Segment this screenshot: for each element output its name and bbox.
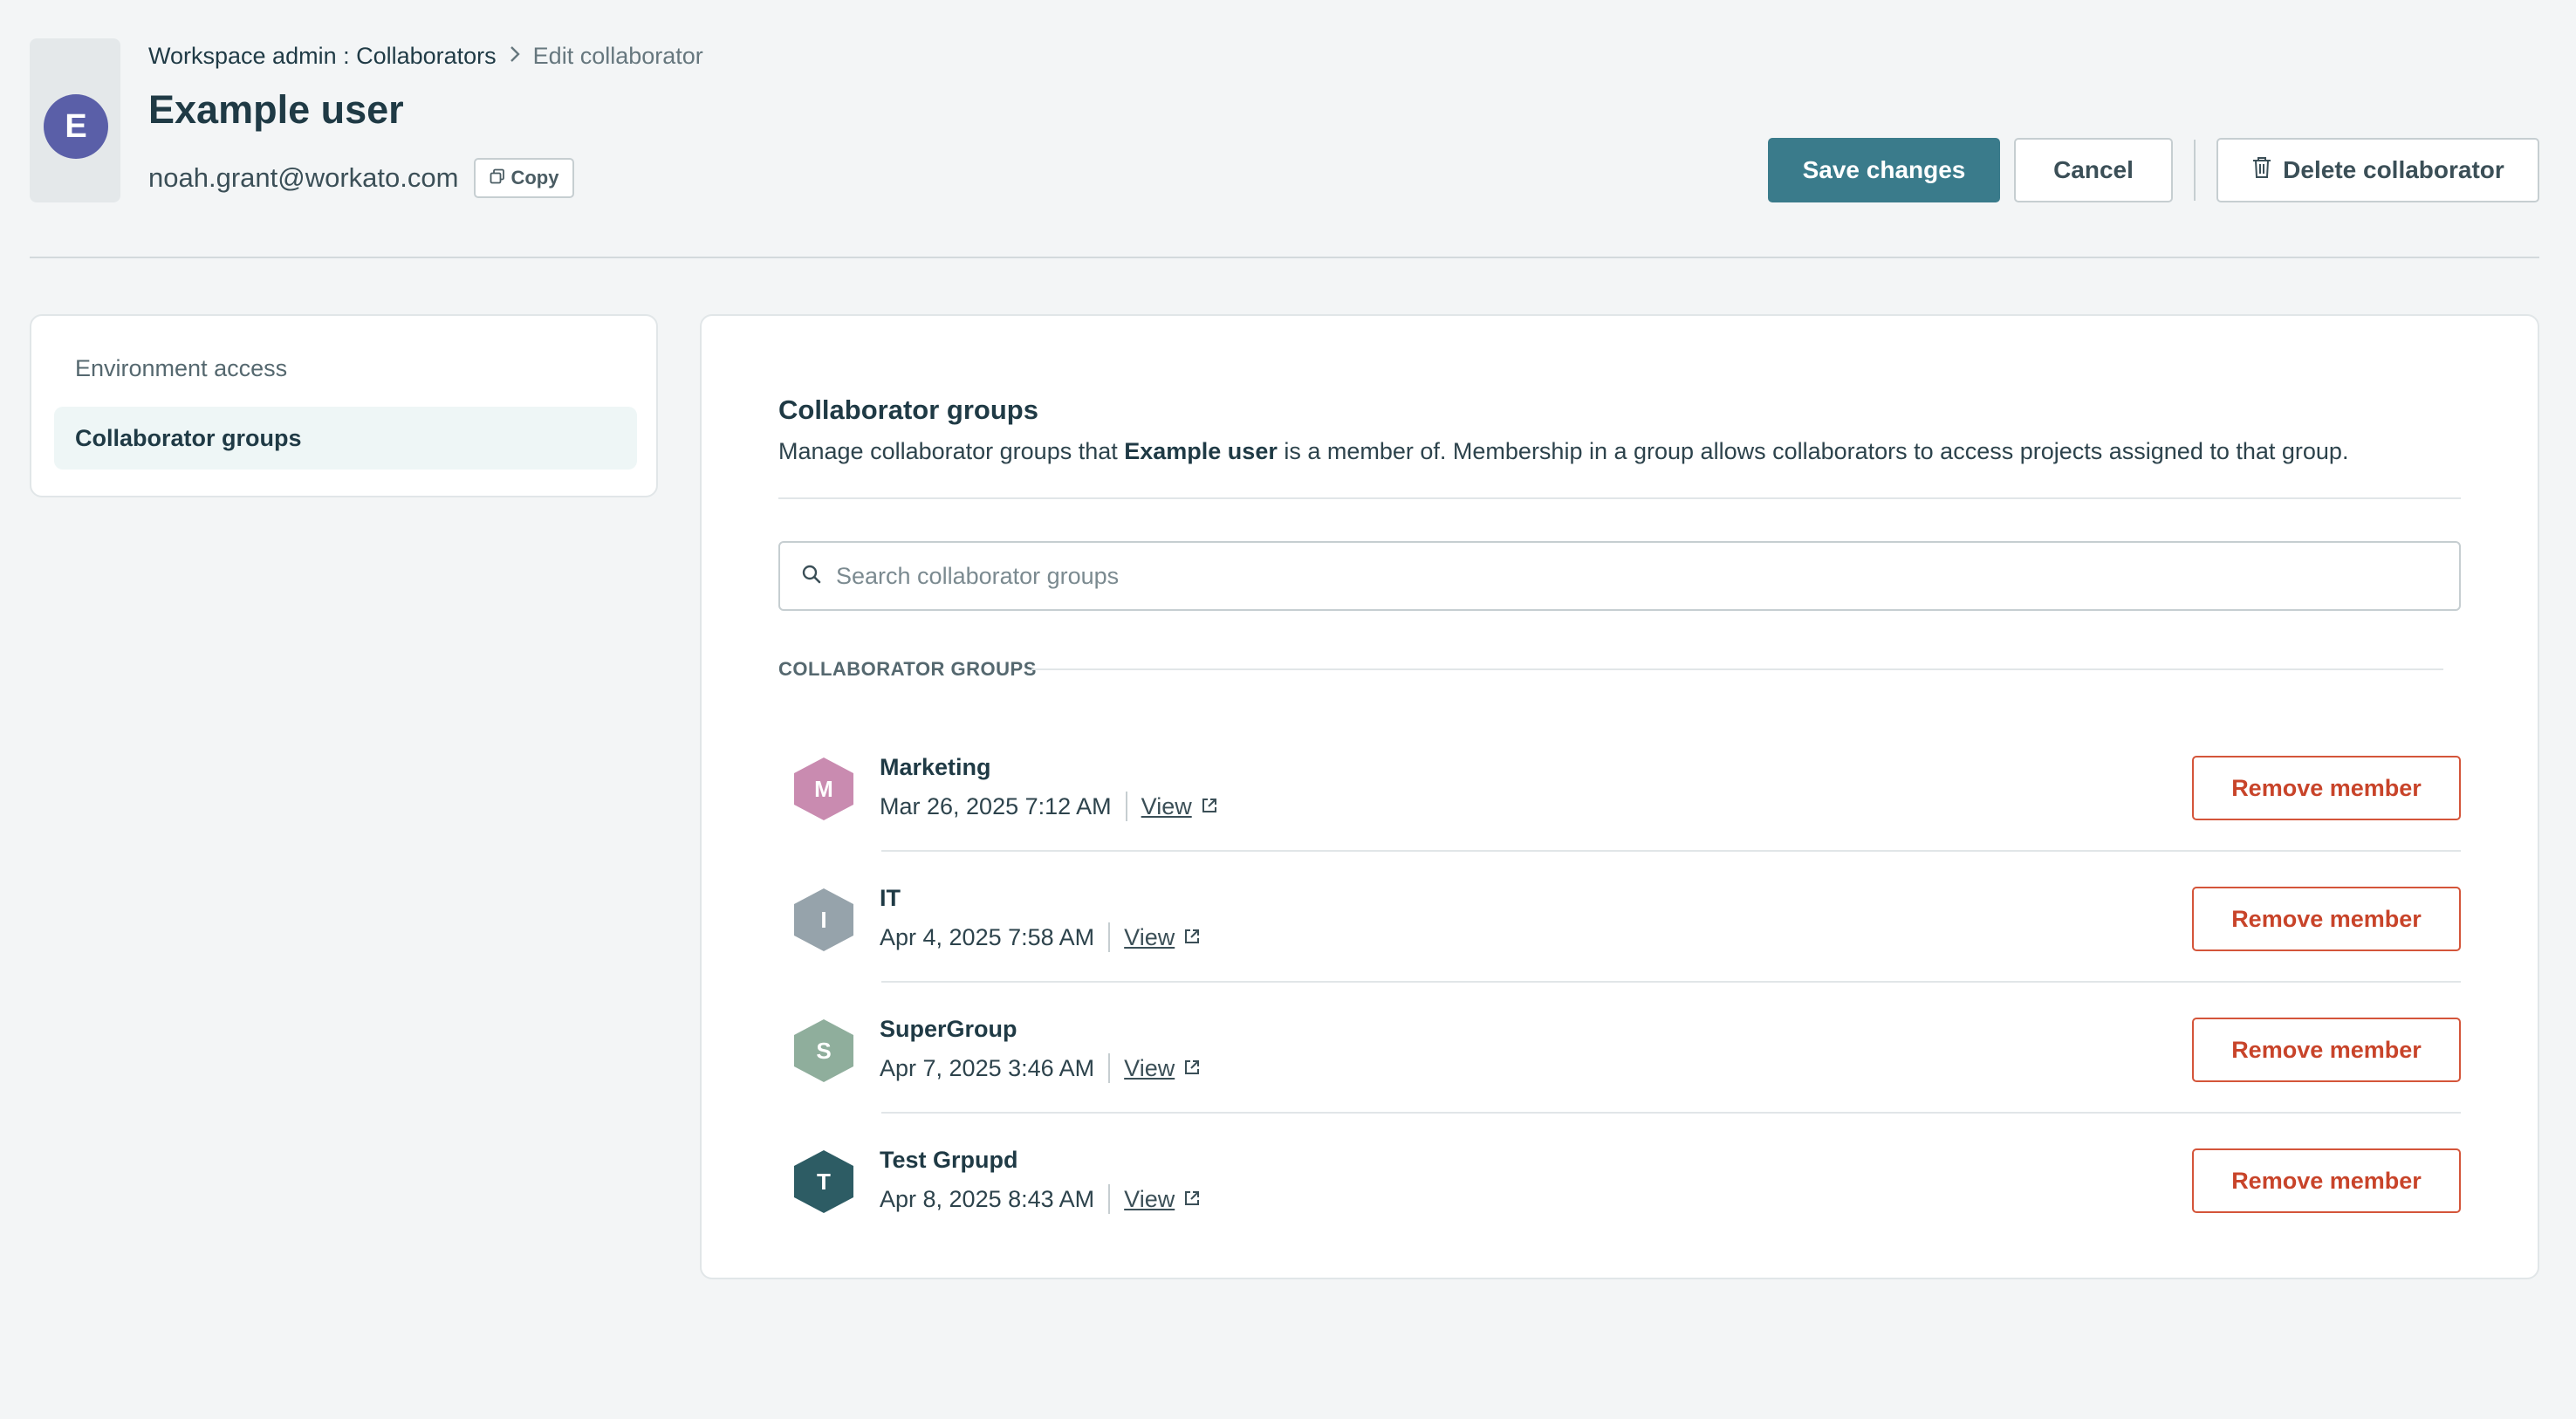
view-group-link[interactable]: View [1124, 1186, 1201, 1213]
group-meta: Apr 7, 2025 3:46 AM View [880, 1051, 1201, 1086]
save-button[interactable]: Save changes [1768, 138, 2000, 202]
group-meta: Apr 4, 2025 7:58 AM View [880, 920, 1201, 955]
meta-divider [1108, 1053, 1111, 1083]
view-label: View [1124, 1054, 1175, 1081]
remove-member-button[interactable]: Remove member [2192, 887, 2461, 951]
copy-label: Copy [510, 167, 559, 189]
meta-divider [1125, 792, 1127, 821]
search-input[interactable] [836, 562, 2459, 590]
sidebar-item-environment-access[interactable]: Environment access [54, 337, 637, 400]
user-email: noah.grant@workato.com [148, 162, 459, 193]
group-name: IT [880, 885, 901, 911]
meta-divider [1108, 1184, 1111, 1214]
desc-prefix: Manage collaborator groups that [778, 438, 1125, 464]
group-meta: Apr 8, 2025 8:43 AM View [880, 1182, 1201, 1217]
group-avatar: S [794, 1019, 853, 1082]
list-item: M Marketing Mar 26, 2025 7:12 AM View Re… [778, 721, 2461, 852]
group-date: Apr 8, 2025 8:43 AM [880, 1185, 1095, 1212]
group-avatar: T [794, 1150, 853, 1213]
external-link-icon [1183, 1186, 1201, 1213]
group-avatar: M [794, 757, 853, 820]
view-group-link[interactable]: View [1124, 1055, 1201, 1082]
page-title: Example user [148, 87, 404, 132]
view-group-link[interactable]: View [1124, 924, 1201, 951]
group-name: Test Grpupd [880, 1147, 1018, 1173]
chevron-right-icon [509, 43, 521, 69]
group-meta: Mar 26, 2025 7:12 AM View [880, 789, 1218, 824]
remove-member-button[interactable]: Remove member [2192, 1148, 2461, 1213]
search-icon [801, 564, 822, 589]
view-label: View [1124, 923, 1175, 950]
breadcrumb-current: Edit collaborator [532, 42, 703, 69]
group-date: Mar 26, 2025 7:12 AM [880, 792, 1112, 819]
email-row: noah.grant@workato.com Copy [148, 157, 575, 199]
breadcrumb-parent-link[interactable]: Workspace admin : Collaborators [148, 43, 497, 70]
sidebar: Environment access Collaborator groups [30, 314, 658, 497]
avatar: E [44, 94, 108, 159]
external-link-icon [1201, 793, 1218, 820]
section-divider [1031, 668, 2443, 670]
group-avatar: I [794, 888, 853, 951]
cancel-button[interactable]: Cancel [2014, 138, 2173, 202]
trash-icon [2251, 156, 2272, 185]
delete-label: Delete collaborator [2283, 156, 2504, 183]
meta-divider [1108, 922, 1111, 952]
header-button-divider [2194, 140, 2196, 201]
panel-divider [778, 497, 2461, 499]
sidebar-item-collaborator-groups[interactable]: Collaborator groups [54, 407, 637, 470]
group-name: SuperGroup [880, 1016, 1017, 1042]
remove-member-button[interactable]: Remove member [2192, 756, 2461, 820]
header-divider [30, 257, 2539, 258]
avatar-card: E [30, 38, 120, 202]
group-name: Marketing [880, 754, 991, 780]
search-box [778, 541, 2461, 611]
desc-user-name: Example user [1124, 438, 1278, 464]
view-label: View [1141, 792, 1192, 819]
group-date: Apr 4, 2025 7:58 AM [880, 923, 1095, 950]
copy-icon [490, 167, 505, 189]
breadcrumb: Workspace admin : Collaborators Edit col… [148, 40, 703, 72]
external-link-icon [1183, 924, 1201, 951]
external-link-icon [1183, 1055, 1201, 1082]
view-group-link[interactable]: View [1141, 793, 1218, 820]
copy-email-button[interactable]: Copy [474, 158, 575, 198]
group-date: Apr 7, 2025 3:46 AM [880, 1054, 1095, 1081]
panel-description: Manage collaborator groups that Example … [778, 438, 2348, 465]
delete-collaborator-button[interactable]: Delete collaborator [2216, 138, 2539, 202]
section-label: COLLABORATOR GROUPS [778, 658, 1037, 680]
collaborator-groups-panel: Collaborator groups Manage collaborator … [700, 314, 2539, 1279]
list-item: I IT Apr 4, 2025 7:58 AM View Remove mem… [778, 852, 2461, 983]
panel-title: Collaborator groups [778, 394, 1038, 425]
remove-member-button[interactable]: Remove member [2192, 1018, 2461, 1082]
view-label: View [1124, 1185, 1175, 1212]
list-item: S SuperGroup Apr 7, 2025 3:46 AM View Re… [778, 983, 2461, 1114]
list-item: T Test Grpupd Apr 8, 2025 8:43 AM View R… [778, 1114, 2461, 1244]
edit-collaborator-page: E Workspace admin : Collaborators Edit c… [0, 0, 2576, 1419]
desc-suffix: is a member of. Membership in a group al… [1277, 438, 2349, 464]
